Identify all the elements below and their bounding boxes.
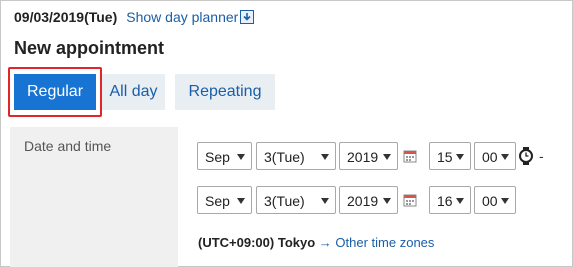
tab-all-day[interactable]: All day [102,74,165,110]
show-day-planner-link[interactable]: Show day planner [126,9,238,25]
other-time-zones-link[interactable]: Other time zones [335,235,434,250]
end-minute-select[interactable]: 00 [474,186,516,214]
chevron-down-icon [456,198,464,204]
tab-regular[interactable]: Regular [14,74,96,110]
timezone-offset: (UTC+09:00) [198,235,275,250]
end-day-select[interactable]: 3(Tue) [256,186,336,214]
end-hour-select[interactable]: 16 [429,186,471,214]
appointment-type-tabs: Regular All day Repeating [8,67,568,117]
current-date: 09/03/2019(Tue) [14,9,118,25]
download-arrow-icon[interactable] [240,10,255,24]
chevron-down-icon [321,198,329,204]
timezone-line: (UTC+09:00) Tokyo → Other time zones [198,235,434,250]
chevron-down-icon [456,154,464,160]
end-minute-value: 00 [482,193,498,209]
date-time-label-cell: Date and time [10,127,178,267]
start-year-value: 2019 [347,149,379,165]
end-month-value: Sep [205,193,230,209]
tab-repeating[interactable]: Repeating [175,74,275,110]
chevron-down-icon [237,154,245,160]
calendar-icon[interactable] [403,149,417,163]
end-month-select[interactable]: Sep [197,186,252,214]
start-month-value: Sep [205,149,230,165]
start-hour-value: 15 [437,149,453,165]
range-separator: - [539,148,544,164]
start-minute-value: 00 [482,149,498,165]
end-year-select[interactable]: 2019 [339,186,398,214]
clock-icon [518,147,534,165]
end-day-value: 3(Tue) [264,193,305,209]
timezone-city: Tokyo [277,235,316,250]
start-hour-select[interactable]: 15 [429,142,471,170]
start-month-select[interactable]: Sep [197,142,252,170]
arrow-right-icon: → [318,235,332,250]
start-day-select[interactable]: 3(Tue) [256,142,336,170]
date-header: 09/03/2019(Tue) Show day planner [14,9,255,25]
page-title: New appointment [14,38,165,58]
start-year-select[interactable]: 2019 [339,142,398,170]
start-minute-select[interactable]: 00 [474,142,516,170]
date-time-label: Date and time [24,138,112,154]
chevron-down-icon [237,198,245,204]
start-day-value: 3(Tue) [264,149,305,165]
appointment-form-panel: 09/03/2019(Tue) Show day planner New app… [0,0,573,267]
chevron-down-icon [321,154,329,160]
end-year-value: 2019 [347,193,379,209]
chevron-down-icon [501,198,509,204]
chevron-down-icon [501,154,509,160]
calendar-icon[interactable] [403,193,417,207]
chevron-down-icon [383,198,391,204]
end-hour-value: 16 [437,193,453,209]
chevron-down-icon [383,154,391,160]
